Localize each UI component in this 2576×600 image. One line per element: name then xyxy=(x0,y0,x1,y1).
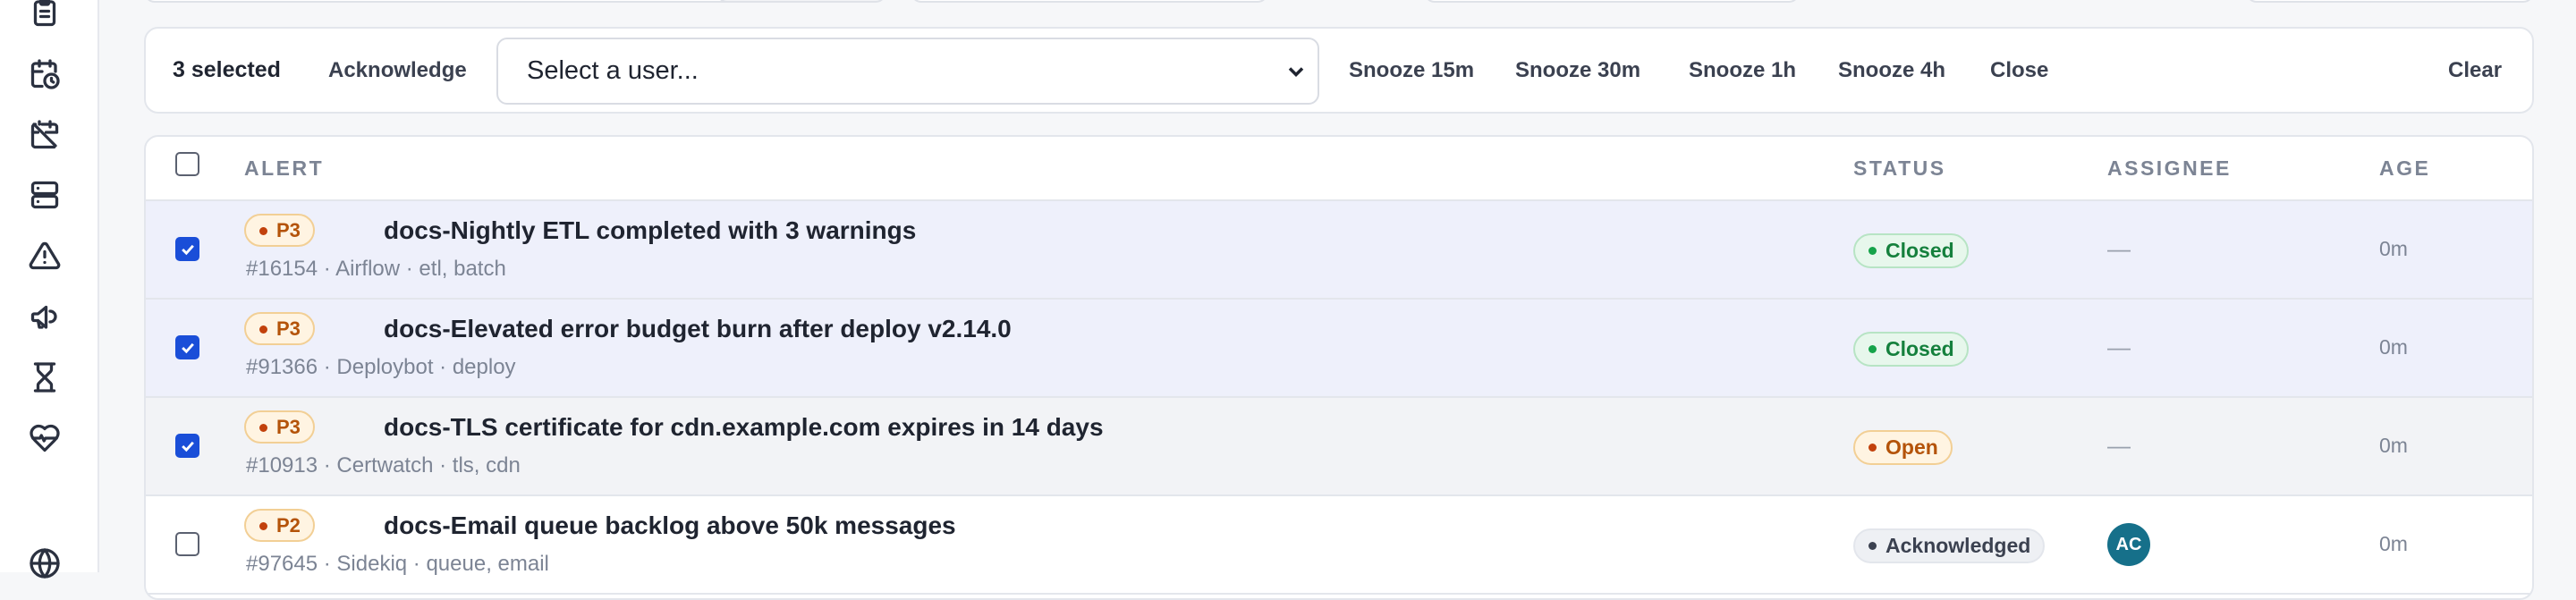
sidebar xyxy=(0,0,99,579)
alert-age: 0m xyxy=(2379,237,2408,260)
alert-meta: #10913 · Certwatch · tls, cdn xyxy=(246,453,521,477)
row-checkbox[interactable] xyxy=(175,335,199,359)
heart-pulse-icon[interactable] xyxy=(27,420,63,456)
status-badge: Acknowledged xyxy=(1853,528,2046,563)
column-header-status[interactable]: STATUS xyxy=(1853,156,1946,181)
alert-age: 0m xyxy=(2379,335,2408,359)
snooze-15m-button[interactable]: Snooze 15m xyxy=(1349,58,1474,83)
table-row[interactable]: P3 docs-TLS certificate for cdn.example.… xyxy=(146,398,2532,496)
alert-title[interactable]: docs-Email queue backlog above 50k messa… xyxy=(384,511,956,540)
clear-selection-button[interactable]: Clear xyxy=(2448,58,2502,83)
alert-age: 0m xyxy=(2379,434,2408,457)
acknowledge-button[interactable]: Acknowledge xyxy=(328,58,467,83)
snooze-30m-button[interactable]: Snooze 30m xyxy=(1515,58,1640,83)
calendar-off-icon[interactable] xyxy=(27,117,63,153)
table-row[interactable]: P3 docs-Elevated error budget burn after… xyxy=(146,300,2532,398)
globe-icon[interactable] xyxy=(27,545,63,581)
alert-triangle-icon[interactable] xyxy=(27,238,63,274)
status-badge: Closed xyxy=(1853,233,1969,268)
selected-count: 3 selected xyxy=(173,57,281,82)
priority-badge: P3 xyxy=(244,312,315,345)
main-content: 3 selected Acknowledge Select a user... … xyxy=(99,0,2576,600)
table-row[interactable]: P2 docs-Email queue backlog above 50k me… xyxy=(146,496,2532,595)
alert-meta: #97645 · Sidekiq · queue, email xyxy=(246,552,549,576)
alert-title[interactable]: docs-Nightly ETL completed with 3 warnin… xyxy=(384,216,916,245)
filter-input[interactable] xyxy=(144,0,740,3)
row-checkbox[interactable] xyxy=(175,237,199,261)
alert-age: 0m xyxy=(2379,532,2408,555)
row-checkbox[interactable] xyxy=(175,434,199,458)
assign-user-select[interactable]: Select a user... xyxy=(496,38,1319,105)
user-select-value: Select a user... xyxy=(527,56,699,85)
alert-title[interactable]: docs-TLS certificate for cdn.example.com… xyxy=(384,413,1104,442)
alert-title[interactable]: docs-Elevated error budget burn after de… xyxy=(384,315,1012,343)
alert-meta: #16154 · Airflow · etl, batch xyxy=(246,257,506,281)
column-header-assignee[interactable]: ASSIGNEE xyxy=(2107,156,2232,181)
table-row[interactable]: P3 docs-Nightly ETL completed with 3 war… xyxy=(146,201,2532,300)
column-header-age[interactable]: AGE xyxy=(2379,156,2430,181)
server-icon[interactable] xyxy=(27,177,63,213)
priority-badge: P3 xyxy=(244,214,315,247)
status-badge: Closed xyxy=(1853,332,1969,367)
filter-dropdown[interactable] xyxy=(2246,0,2534,3)
close-alerts-button[interactable]: Close xyxy=(1990,58,2048,83)
clipboard-icon[interactable] xyxy=(27,0,63,30)
assignee: — xyxy=(2107,432,2131,459)
select-all-checkbox[interactable] xyxy=(175,152,199,176)
avatar[interactable]: AC xyxy=(2107,523,2150,566)
snooze-4h-button[interactable]: Snooze 4h xyxy=(1838,58,1945,83)
snooze-1h-button[interactable]: Snooze 1h xyxy=(1689,58,1796,83)
hourglass-icon[interactable] xyxy=(27,359,63,395)
alert-meta: #91366 · Deploybot · deploy xyxy=(246,355,516,379)
priority-badge: P2 xyxy=(244,509,315,542)
status-badge: Open xyxy=(1853,430,1953,465)
chevron-down-icon xyxy=(1288,67,1304,77)
megaphone-icon[interactable] xyxy=(27,299,63,334)
calendar-clock-icon[interactable] xyxy=(27,56,63,92)
table-header: ALERT STATUS ASSIGNEE AGE xyxy=(146,137,2532,201)
filter-dropdown[interactable] xyxy=(911,0,1268,3)
bulk-action-bar: 3 selected Acknowledge Select a user... … xyxy=(144,27,2534,114)
column-header-alert[interactable]: ALERT xyxy=(244,156,324,181)
filter-dropdown[interactable] xyxy=(1424,0,1800,3)
row-checkbox[interactable] xyxy=(175,532,199,556)
filter-dropdown[interactable] xyxy=(716,0,886,3)
assignee: — xyxy=(2107,235,2131,262)
priority-badge: P3 xyxy=(244,410,315,444)
assignee: — xyxy=(2107,334,2131,360)
alerts-table: ALERT STATUS ASSIGNEE AGE P3 docs-Nightl… xyxy=(144,135,2534,600)
